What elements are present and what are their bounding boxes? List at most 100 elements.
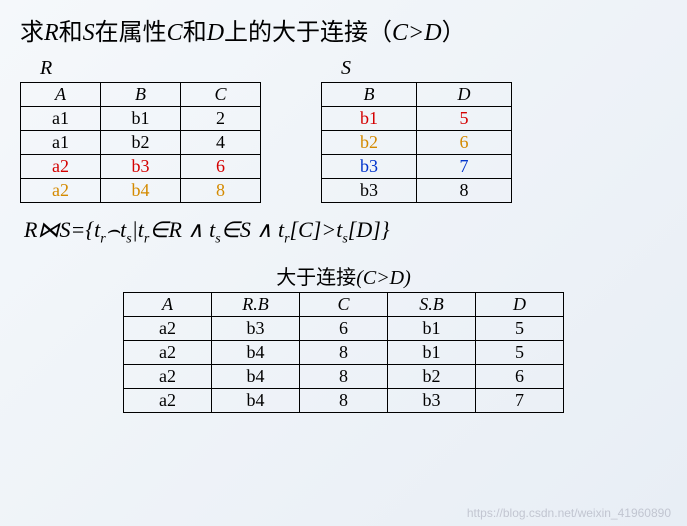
table-R-header-row: A B C: [21, 83, 261, 107]
cell: a2: [21, 155, 101, 179]
table-row: b1 5: [322, 107, 512, 131]
result-header-A: A: [124, 293, 212, 317]
in-icon-2: ∈: [221, 217, 240, 242]
table-result: A R.B C S.B D a2 b3 6 b1 5 a2 b4 8 b1 5 …: [123, 292, 564, 413]
formula-eq: =: [70, 217, 85, 242]
formula-brD: [D]: [348, 217, 381, 242]
cell: a2: [124, 341, 212, 365]
table-row: b2 6: [322, 131, 512, 155]
result-title: 大于连接(C>D): [276, 261, 411, 290]
formula-close: }: [381, 217, 390, 242]
table-R: A B C a1 b1 2 a1 b2 4 a2 b3 6 a2 b4: [20, 82, 261, 203]
cell: 6: [417, 131, 512, 155]
title-cond: C>D: [392, 20, 442, 46]
formula-bar: |t: [132, 217, 144, 242]
cell: b2: [388, 365, 476, 389]
cell: 7: [476, 389, 564, 413]
result-header-D: D: [476, 293, 564, 317]
cell: a2: [124, 365, 212, 389]
page-title: 求R和S在属性C和D上的大于连接（C>D）: [20, 12, 667, 47]
cell: 4: [181, 131, 261, 155]
cell: b4: [212, 389, 300, 413]
cell: a1: [21, 131, 101, 155]
cell: 2: [181, 107, 261, 131]
title-C: C: [167, 20, 183, 46]
formula-body: {t: [85, 217, 100, 242]
result-header-C: C: [300, 293, 388, 317]
table-S-block: S B D b1 5 b2 6 b3 7 b3 8: [321, 57, 512, 203]
table-row: a2 b3 6 b1 5: [124, 317, 564, 341]
result-header-SB: S.B: [388, 293, 476, 317]
cell: 8: [300, 341, 388, 365]
title-text-1: 求: [20, 20, 44, 46]
cell: b2: [322, 131, 417, 155]
table-row: a2 b4 8 b2 6: [124, 365, 564, 389]
formula-S2: S: [240, 217, 251, 242]
table-row: a2 b3 6: [21, 155, 261, 179]
result-header-RB: R.B: [212, 293, 300, 317]
formula-R: R: [24, 217, 37, 242]
result-title-cond: (C>D): [356, 267, 411, 289]
formula: R⋈S={tr⌢ts|tr∈R ∧ ts∈S ∧ tr[C]>ts[D]}: [24, 217, 663, 247]
input-tables-row: R A B C a1 b1 2 a1 b2 4 a2 b3 6: [20, 57, 667, 203]
cell: b2: [101, 131, 181, 155]
cell: a2: [124, 389, 212, 413]
table-S-header-row: B D: [322, 83, 512, 107]
cell: a2: [124, 317, 212, 341]
cell: 8: [417, 179, 512, 203]
cell: b3: [388, 389, 476, 413]
cell: b3: [212, 317, 300, 341]
title-text-4: 和: [183, 20, 207, 46]
cell: b4: [212, 365, 300, 389]
cell: 7: [417, 155, 512, 179]
result-title-cn: 大于连接: [276, 267, 356, 289]
formula-S: S: [59, 217, 70, 242]
table-R-header-C: C: [181, 83, 261, 107]
table-row: b3 7: [322, 155, 512, 179]
formula-brC: [C]: [290, 217, 322, 242]
title-text-6: ）: [442, 20, 466, 46]
title-text-3: 在属性: [95, 20, 167, 46]
title-S: S: [83, 20, 95, 46]
join-icon: ⋈: [37, 217, 59, 242]
table-result-header-row: A R.B C S.B D: [124, 293, 564, 317]
cell: b3: [322, 155, 417, 179]
cell: 6: [181, 155, 261, 179]
cell: 5: [476, 341, 564, 365]
cell: 5: [417, 107, 512, 131]
cell: a1: [21, 107, 101, 131]
result-block: 大于连接(C>D) A R.B C S.B D a2 b3 6 b1 5 a2 …: [20, 261, 667, 413]
title-R: R: [44, 20, 59, 46]
title-text-2: 和: [59, 20, 83, 46]
table-row: a2 b4 8: [21, 179, 261, 203]
table-row: a2 b4 8 b1 5: [124, 341, 564, 365]
formula-t3: t: [204, 217, 216, 242]
cell: 5: [476, 317, 564, 341]
table-row: a1 b2 4: [21, 131, 261, 155]
cell: b1: [101, 107, 181, 131]
cell: b3: [101, 155, 181, 179]
formula-t4: t: [272, 217, 284, 242]
table-R-block: R A B C a1 b1 2 a1 b2 4 a2 b3 6: [20, 57, 261, 203]
and-icon: ∧: [188, 217, 204, 242]
cap-icon: ⌢: [106, 217, 120, 242]
watermark: https://blog.csdn.net/weixin_41960890: [467, 506, 671, 520]
cell: b1: [322, 107, 417, 131]
cell: 8: [181, 179, 261, 203]
cell: 6: [300, 317, 388, 341]
table-S-label: S: [321, 57, 512, 80]
and-icon-2: ∧: [256, 217, 272, 242]
cell: b1: [388, 317, 476, 341]
cell: b4: [212, 341, 300, 365]
table-R-header-A: A: [21, 83, 101, 107]
formula-R2: R: [169, 217, 182, 242]
table-R-label: R: [20, 57, 261, 80]
in-icon: ∈: [149, 217, 168, 242]
title-text-5: 上的大于连接（: [224, 20, 392, 46]
cell: b3: [322, 179, 417, 203]
table-row: a2 b4 8 b3 7: [124, 389, 564, 413]
cell: 8: [300, 365, 388, 389]
table-row: a1 b1 2: [21, 107, 261, 131]
cell: b1: [388, 341, 476, 365]
cell: 6: [476, 365, 564, 389]
